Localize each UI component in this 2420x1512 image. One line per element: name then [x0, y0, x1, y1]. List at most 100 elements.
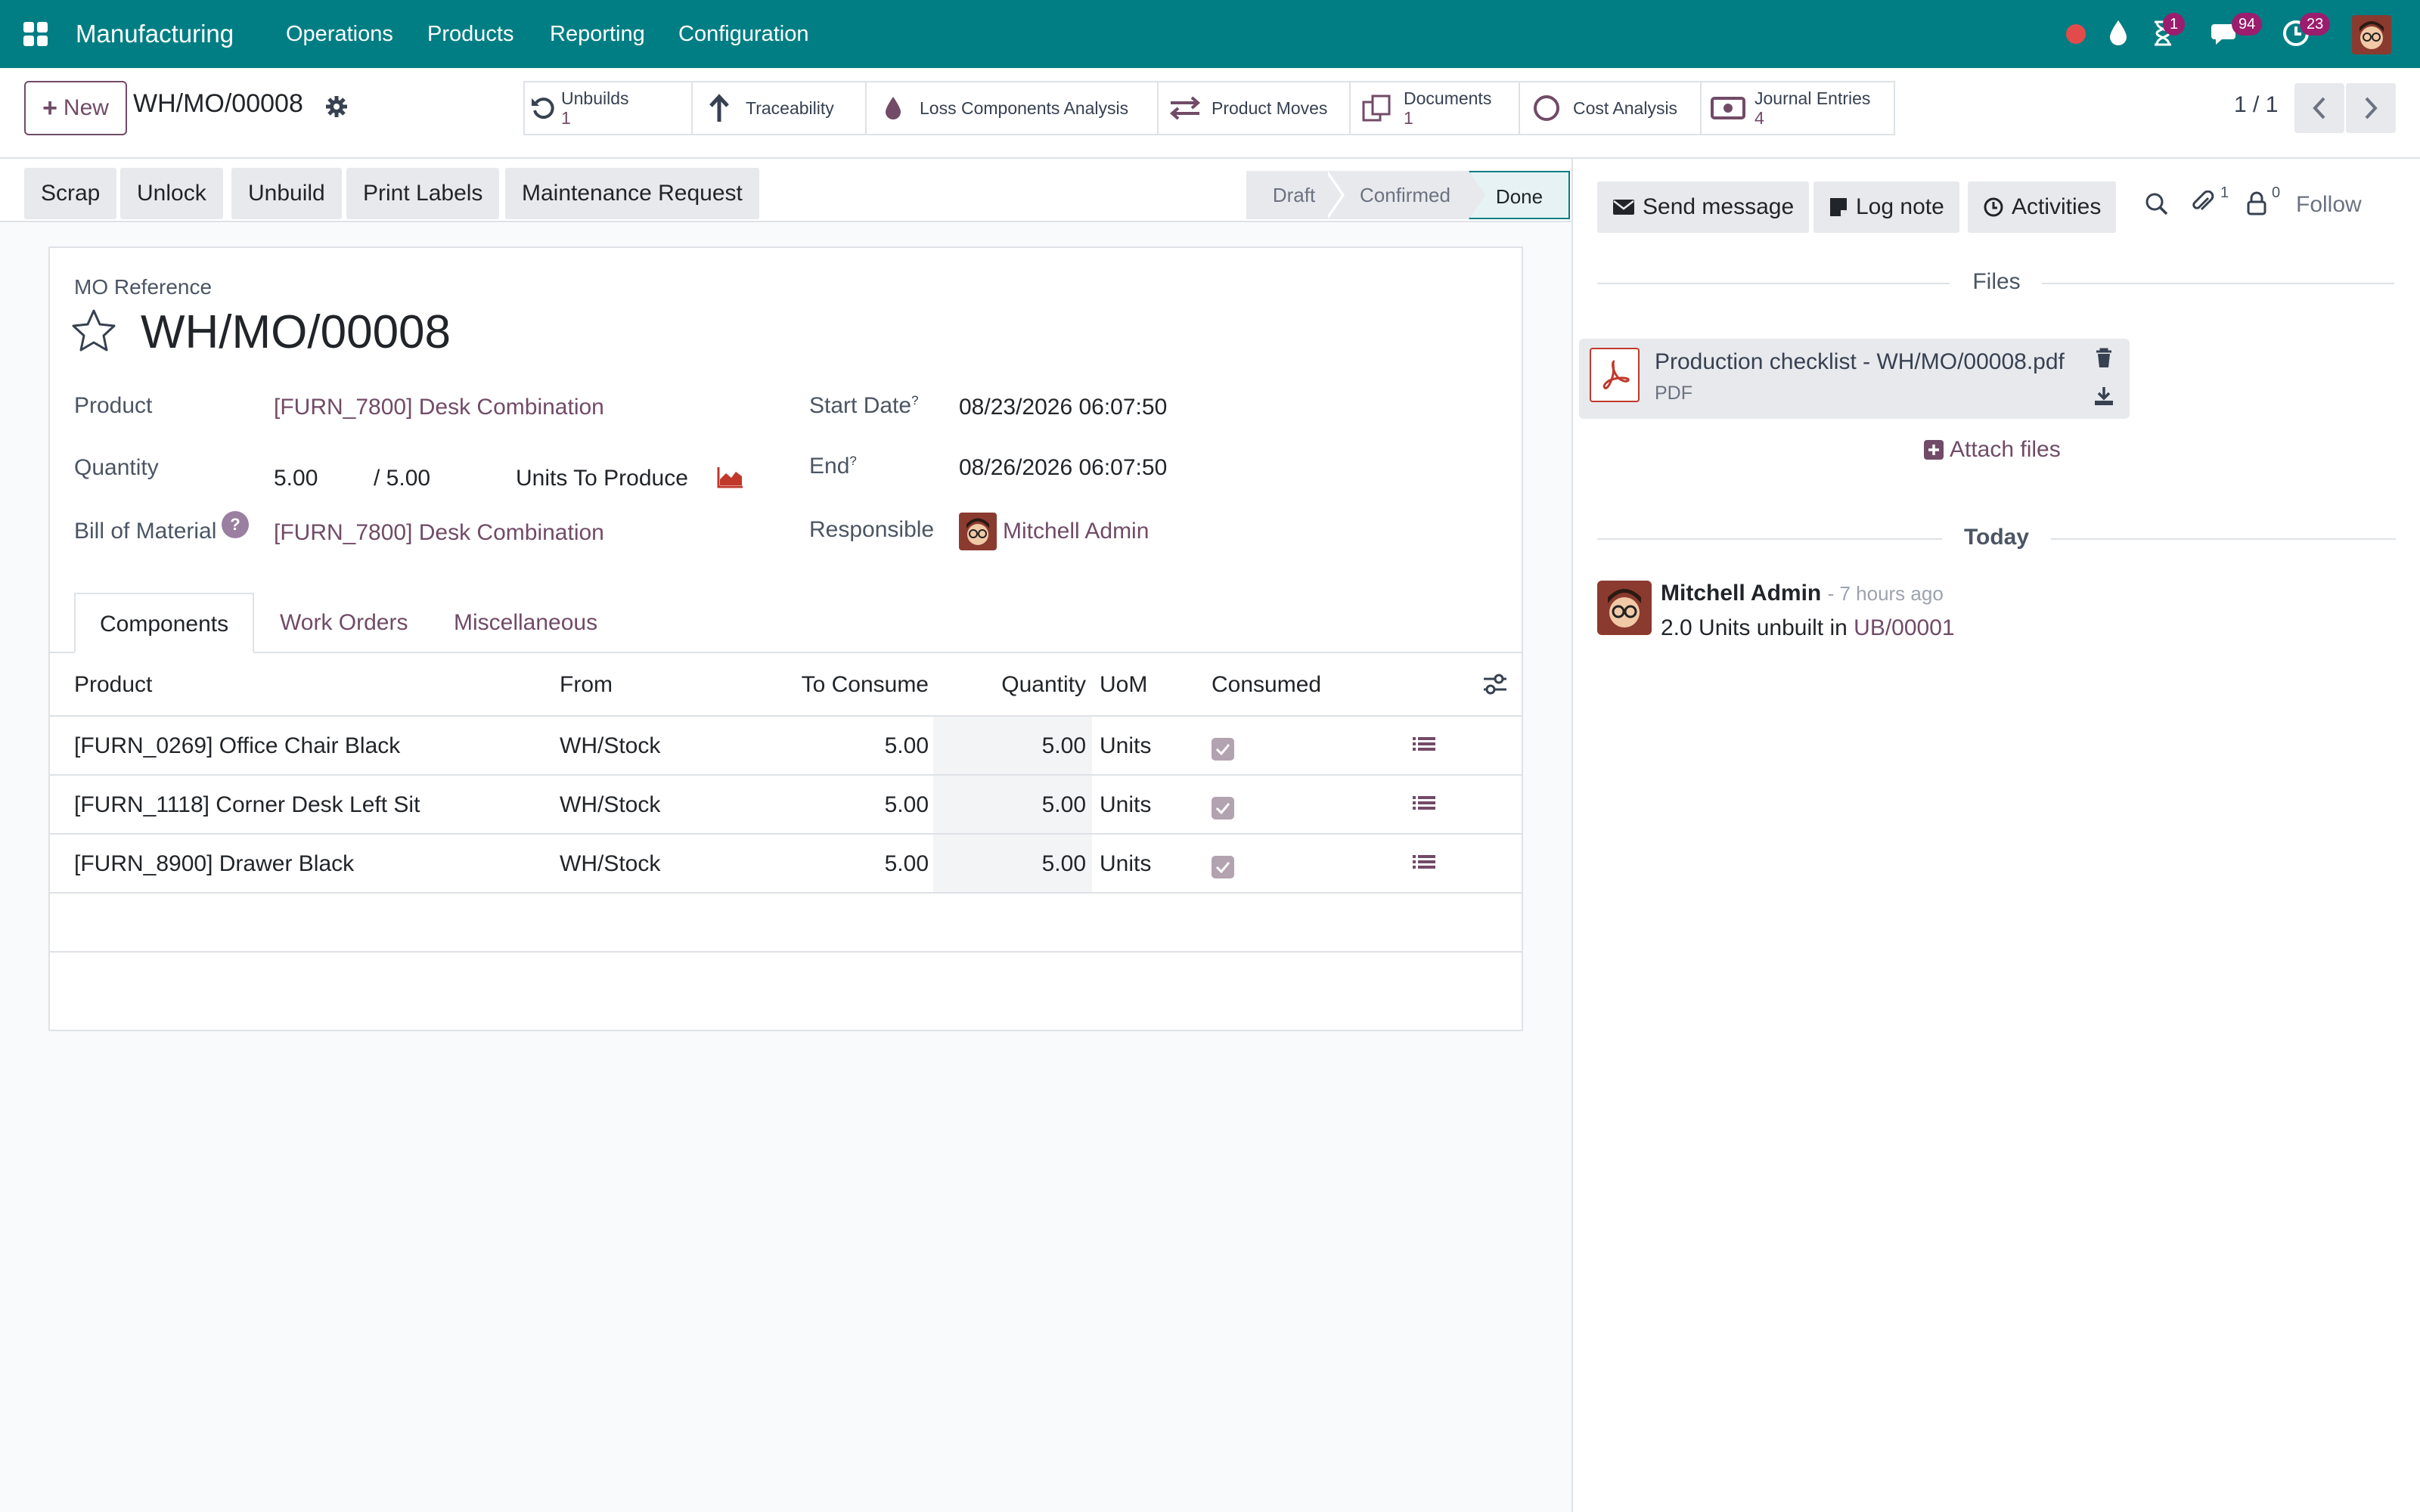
attachment-card[interactable]: Production checklist - WH/MO/00008.pdf P… — [1579, 339, 2130, 419]
quantity-produced[interactable]: 5.00 — [274, 466, 318, 491]
responsible-link[interactable]: Mitchell Admin — [1003, 519, 1149, 544]
search-icon[interactable] — [2145, 192, 2169, 220]
log-note-label: Log note — [1856, 194, 1944, 219]
quantity-label: Quantity — [74, 455, 159, 480]
lock-icon[interactable] — [2246, 191, 2267, 220]
undo-icon — [525, 95, 561, 121]
smart-button-documents[interactable]: Documents 1 — [1349, 81, 1520, 135]
row-product[interactable]: [FURN_8900] Drawer Black — [74, 835, 354, 894]
column-header-from[interactable]: From — [560, 655, 613, 715]
smart-button-product-moves[interactable]: Product Moves — [1157, 81, 1351, 135]
menu-reporting[interactable]: Reporting — [550, 0, 645, 68]
tab-miscellaneous[interactable]: Miscellaneous — [430, 593, 622, 653]
consumed-checkbox[interactable] — [1212, 856, 1234, 878]
row-product[interactable]: [FURN_0269] Office Chair Black — [74, 717, 400, 776]
end-date-label: End? — [809, 454, 857, 479]
message-author[interactable]: Mitchell Admin — [1661, 581, 1821, 606]
table-row[interactable]: [FURN_8900] Drawer Black WH/Stock 5.00 5… — [48, 833, 1523, 892]
table-row[interactable]: [FURN_0269] Office Chair Black WH/Stock … — [48, 715, 1523, 774]
smart-label: Journal Entries — [1754, 88, 1871, 108]
quantity-uom: Units To Produce — [516, 466, 688, 491]
product-link[interactable]: [FURN_7800] Desk Combination — [274, 395, 604, 420]
menu-configuration[interactable]: Configuration — [678, 0, 809, 68]
smart-button-unbuilds[interactable]: Unbuilds 1 — [523, 81, 693, 135]
unbuild-button[interactable]: Unbuild — [231, 168, 342, 219]
new-button[interactable]: + New — [24, 81, 127, 135]
money-icon — [1702, 96, 1754, 120]
pager-next-button[interactable] — [2346, 83, 2396, 133]
smart-button-journal-entries[interactable]: Journal Entries 4 — [1700, 81, 1895, 135]
column-header-uom[interactable]: UoM — [1100, 655, 1147, 715]
gear-icon[interactable] — [325, 95, 348, 122]
end-date-label-text: End — [809, 454, 850, 479]
trash-icon[interactable] — [2095, 348, 2113, 373]
send-message-label: Send message — [1643, 194, 1795, 219]
menu-operations[interactable]: Operations — [286, 0, 393, 68]
menu-products[interactable]: Products — [427, 0, 513, 68]
bom-label-text: Bill of Material — [74, 519, 217, 544]
column-header-product[interactable]: Product — [74, 655, 152, 715]
scrap-button[interactable]: Scrap — [24, 168, 117, 219]
send-message-button[interactable]: Send message — [1597, 181, 1810, 233]
column-header-to-consume[interactable]: To Consume — [756, 655, 929, 715]
app-name[interactable]: Manufacturing — [76, 0, 234, 68]
user-avatar[interactable] — [2352, 15, 2391, 54]
maintenance-request-button[interactable]: Maintenance Request — [505, 168, 759, 219]
recording-dot-icon[interactable] — [2066, 24, 2086, 44]
drop-icon[interactable] — [2108, 19, 2128, 50]
drop-icon — [867, 95, 920, 121]
smart-count: 4 — [1754, 108, 1764, 128]
row-quantity[interactable]: 5.00 — [956, 776, 1086, 835]
row-product[interactable]: [FURN_1118] Corner Desk Left Sit — [74, 776, 420, 835]
smart-count: 1 — [1404, 108, 1413, 128]
table-row[interactable]: [FURN_1118] Corner Desk Left Sit WH/Stoc… — [48, 774, 1523, 833]
activities-button[interactable]: Activities — [1968, 181, 2117, 233]
row-uom: Units — [1100, 792, 1152, 817]
star-icon[interactable] — [71, 308, 116, 356]
unlock-button[interactable]: Unlock — [120, 168, 223, 219]
tab-components[interactable]: Components — [74, 593, 255, 653]
help-icon[interactable]: ? — [222, 511, 249, 538]
apps-grid-icon[interactable] — [23, 21, 48, 47]
details-list-icon[interactable] — [1413, 794, 1435, 819]
attachment-name: Production checklist - WH/MO/00008.pdf — [1655, 349, 2065, 374]
stage-confirmed[interactable]: Confirmed — [1342, 171, 1469, 219]
print-labels-button[interactable]: Print Labels — [346, 168, 500, 219]
row-from[interactable]: WH/Stock — [560, 717, 660, 776]
download-icon[interactable] — [2093, 386, 2114, 411]
end-date-value[interactable]: 08/26/2026 06:07:50 — [959, 455, 1167, 481]
consumed-checkbox[interactable] — [1212, 738, 1234, 761]
activities-badge: 1 — [2163, 13, 2186, 36]
message-link[interactable]: UB/00001 — [1854, 615, 1954, 640]
consumed-checkbox[interactable] — [1212, 797, 1234, 820]
tab-work-orders[interactable]: Work Orders — [256, 593, 432, 653]
row-quantity[interactable]: 5.00 — [956, 717, 1086, 776]
bom-link[interactable]: [FURN_7800] Desk Combination — [274, 520, 604, 546]
column-header-consumed[interactable]: Consumed — [1212, 655, 1321, 715]
today-divider-left — [1597, 538, 1942, 540]
follow-button[interactable]: Follow — [2296, 192, 2362, 218]
start-date-value[interactable]: 08/23/2026 06:07:50 — [959, 395, 1167, 420]
details-list-icon[interactable] — [1413, 735, 1435, 760]
attach-files-button[interactable]: Attach files — [1924, 437, 2061, 463]
details-list-icon[interactable] — [1413, 853, 1435, 878]
help-mark[interactable]: ? — [849, 454, 856, 468]
message-avatar[interactable] — [1597, 581, 1652, 635]
row-from[interactable]: WH/Stock — [560, 835, 660, 894]
row-from[interactable]: WH/Stock — [560, 776, 660, 835]
log-note-button[interactable]: Log note — [1813, 181, 1959, 233]
pager-previous-button[interactable] — [2294, 83, 2344, 133]
paperclip-icon[interactable] — [2192, 190, 2214, 220]
envelope-icon — [1613, 200, 1634, 215]
stage-separator — [1325, 171, 1342, 219]
row-quantity[interactable]: 5.00 — [956, 835, 1086, 894]
area-chart-icon[interactable] — [717, 466, 744, 492]
pager[interactable]: 1 / 1 — [2234, 92, 2278, 118]
smart-button-cost-analysis[interactable]: Cost Analysis — [1519, 81, 1702, 135]
help-mark[interactable]: ? — [911, 393, 918, 407]
smart-button-loss-components[interactable]: Loss Components Analysis — [865, 81, 1159, 135]
optional-columns-icon[interactable] — [1482, 673, 1508, 699]
breadcrumb: WH/MO/00008 — [133, 89, 303, 118]
column-header-quantity[interactable]: Quantity — [938, 655, 1086, 715]
smart-button-traceability[interactable]: Traceability — [691, 81, 867, 135]
